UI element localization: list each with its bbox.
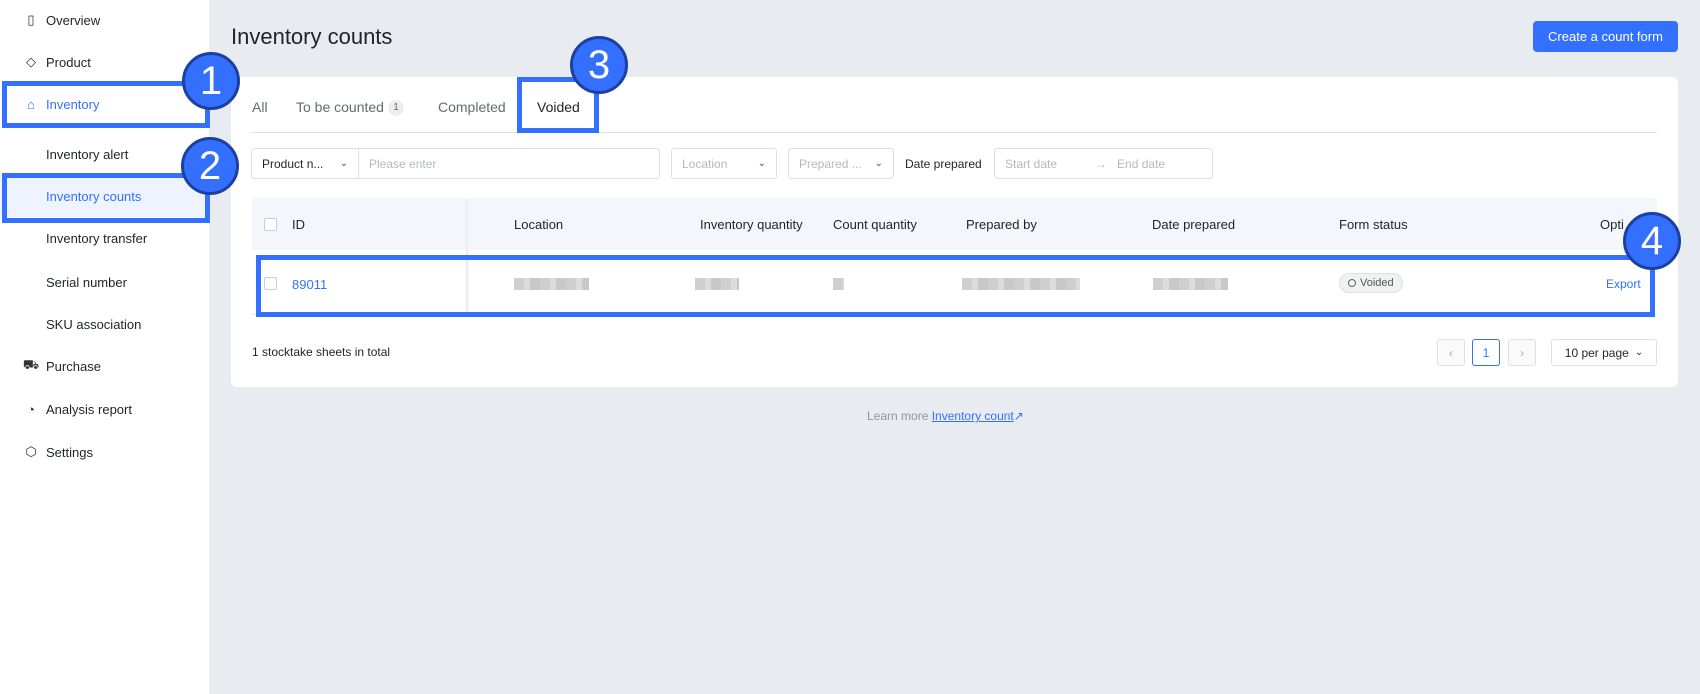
sidebar-item-overview[interactable]: ▯ Overview <box>0 0 209 41</box>
start-date-input[interactable]: Start date <box>1005 157 1057 171</box>
next-page-button[interactable]: › <box>1508 339 1536 366</box>
cart-icon: ⛟ <box>22 357 40 372</box>
page-title: Inventory counts <box>231 24 393 49</box>
column-date-prepared: Date prepared <box>1152 217 1236 232</box>
table-header <box>252 198 1657 250</box>
chevron-down-icon: ⌄ <box>874 158 883 169</box>
search-input[interactable]: Please enter <box>358 148 660 179</box>
sidebar-item-serial-number[interactable]: Serial number <box>0 261 209 303</box>
column-location: Location <box>514 217 564 232</box>
column-id: ID <box>292 217 305 232</box>
annotation-box-4 <box>256 255 1655 317</box>
end-date-input[interactable]: End date <box>1117 157 1165 171</box>
annotation-marker-2: 2 <box>181 137 239 195</box>
annotation-marker-4: 4 <box>1623 212 1681 270</box>
date-prepared-label: Date prepared <box>905 157 982 171</box>
column-count-quantity: Count quantity <box>833 217 917 232</box>
tab-all[interactable]: All <box>252 99 268 115</box>
location-select[interactable]: Location ⌄ <box>671 148 777 179</box>
external-link-icon: ↗ <box>1013 409 1024 423</box>
column-form-status: Form status <box>1339 217 1408 232</box>
product-field-select[interactable]: Product n... ⌄ <box>251 148 359 179</box>
arrow-right-icon: → <box>1095 156 1108 171</box>
annotation-marker-3: 3 <box>570 36 628 94</box>
sidebar-item-inventory-alert[interactable]: Inventory alert <box>0 133 209 175</box>
page-1-button[interactable]: 1 <box>1472 339 1500 366</box>
inventory-count-help-link[interactable]: Inventory count <box>932 409 1014 423</box>
tab-divider <box>251 132 1657 133</box>
select-all-checkbox[interactable] <box>264 218 277 231</box>
sidebar-item-inventory-transfer[interactable]: Inventory transfer <box>0 217 209 259</box>
prepared-by-select[interactable]: Prepared ... ⌄ <box>788 148 894 179</box>
tab-to-be-counted[interactable]: To be counted 1 <box>296 99 404 116</box>
tag-icon: ◇ <box>26 54 36 69</box>
column-prepared-by: Prepared by <box>966 217 1037 232</box>
sidebar-item-sku-association[interactable]: SKU association <box>0 303 209 345</box>
column-options: Opti <box>1600 217 1624 232</box>
sidebar-item-settings[interactable]: ⬡ Settings <box>0 431 209 473</box>
pie-chart-icon: ◔ <box>27 401 35 417</box>
chevron-down-icon: ⌄ <box>757 158 766 169</box>
prev-page-button[interactable]: ‹ <box>1437 339 1465 366</box>
annotation-box-1 <box>2 81 210 128</box>
layout-icon: ▯ <box>27 12 35 27</box>
sidebar-item-product[interactable]: ◇ Product <box>0 41 209 83</box>
sidebar-item-analysis-report[interactable]: ◔ Analysis report <box>0 388 209 430</box>
chevron-down-icon: ⌄ <box>339 158 348 169</box>
count-badge: 1 <box>387 100 404 116</box>
sidebar-item-purchase[interactable]: ⛟ Purchase <box>0 345 209 387</box>
create-count-form-button[interactable]: Create a count form <box>1533 21 1678 52</box>
chevron-left-icon: ‹ <box>1449 345 1453 360</box>
annotation-box-2 <box>2 173 210 223</box>
date-range-picker[interactable]: Start date → End date <box>994 148 1213 179</box>
hexagon-gear-icon: ⬡ <box>25 444 37 459</box>
page-size-select[interactable]: 10 per page ⌄ <box>1551 339 1657 366</box>
annotation-marker-1: 1 <box>182 52 240 110</box>
total-count: 1 stocktake sheets in total <box>252 345 391 359</box>
learn-more: Learn more Inventory count↗ <box>867 409 1024 423</box>
column-inventory-quantity: Inventory quantity <box>700 217 803 232</box>
chevron-right-icon: › <box>1520 345 1524 360</box>
chevron-down-icon: ⌄ <box>1634 347 1644 358</box>
tab-completed[interactable]: Completed <box>438 99 506 115</box>
